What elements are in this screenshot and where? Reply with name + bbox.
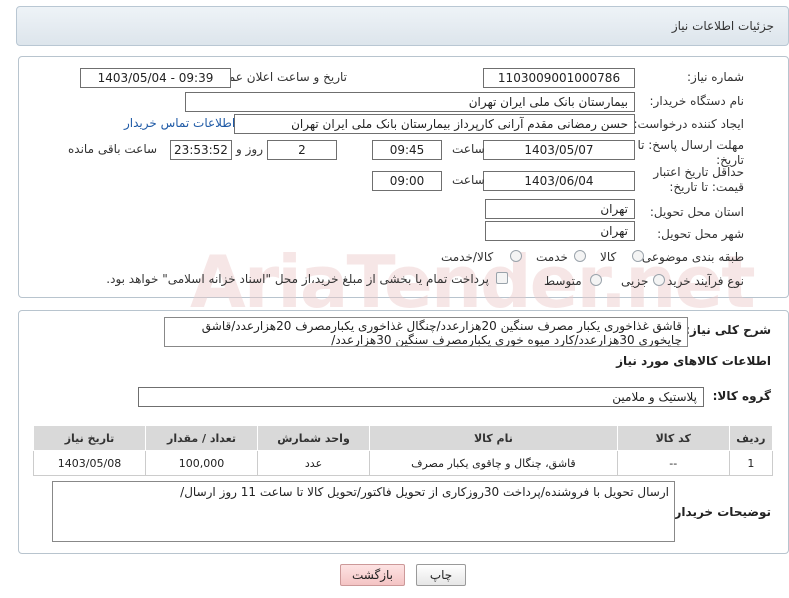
process-medium-label: متوسط xyxy=(544,274,582,288)
contact-info-link[interactable]: اطلاعات تماس خریدار xyxy=(124,116,235,130)
creator-field[interactable]: حسن رمضانی مقدم آرانی کارپرداز بیمارستان… xyxy=(234,114,635,134)
category-both-radio[interactable] xyxy=(510,250,522,262)
days-field[interactable]: 2 xyxy=(267,140,337,160)
deadline-date-field[interactable]: 1403/05/07 xyxy=(483,140,635,160)
cell-row-number: 1 xyxy=(728,450,774,476)
description-label: شرح کلی نیاز: xyxy=(685,323,771,337)
cell-item-code: -- xyxy=(616,450,730,476)
process-minor-radio[interactable] xyxy=(653,274,665,286)
remaining-time-field[interactable]: 23:53:52 xyxy=(170,140,232,160)
col-header-need-date: تاریخ نیاز xyxy=(32,425,147,451)
buyer-notes-textarea[interactable]: ارسال تحویل با فروشنده/پرداخت 30روزکاری … xyxy=(52,481,675,542)
process-label: نوع فرآیند خرید : xyxy=(659,274,744,288)
goods-group-field[interactable]: پلاستیک و ملامین xyxy=(138,387,704,407)
goods-group-label: گروه کالا: xyxy=(712,389,771,403)
deadline-time-label: ساعت xyxy=(452,142,485,156)
table-row[interactable]: 1 -- قاشق، چنگال و چاقوی یکبار مصرف عدد … xyxy=(32,450,774,476)
back-button[interactable]: بازگشت xyxy=(340,564,405,586)
deadline-time-field[interactable]: 09:45 xyxy=(372,140,442,160)
need-number-label: شماره نیاز: xyxy=(687,70,744,84)
col-header-item-name: نام کالا xyxy=(369,425,618,451)
announce-field[interactable]: 1403/05/04 - 09:39 xyxy=(80,68,231,88)
treasury-payment-checkbox[interactable] xyxy=(496,272,508,284)
buyer-org-label: نام دستگاه خریدار: xyxy=(649,94,745,108)
goods-info-title: اطلاعات کالاهای مورد نیاز xyxy=(616,354,771,368)
category-service-label: خدمت xyxy=(536,250,568,264)
process-minor-label: جزیی xyxy=(621,274,649,288)
city-field[interactable]: تهران xyxy=(485,221,635,241)
process-medium-radio[interactable] xyxy=(590,274,602,286)
category-both-label: کالا/خدمت xyxy=(441,250,494,264)
validity-label: حداقل تاریخ اعتبار قیمت: تا تاریخ: xyxy=(653,165,744,194)
category-goods-radio[interactable] xyxy=(632,250,644,262)
col-header-quantity: تعداد / مقدار xyxy=(145,425,259,451)
cell-unit: عدد xyxy=(257,450,371,476)
print-button[interactable]: چاپ xyxy=(416,564,466,586)
col-header-row-number: ردیف xyxy=(728,425,774,451)
category-goods-label: کالا xyxy=(600,250,617,264)
items-table-wrapper: ردیف کد کالا نام کالا واحد شمارش تعداد /… xyxy=(32,425,774,476)
validity-date-field[interactable]: 1403/06/04 xyxy=(483,171,635,191)
province-field[interactable]: تهران xyxy=(485,199,635,219)
city-label: شهر محل تحویل: xyxy=(657,227,744,241)
col-header-unit: واحد شمارش xyxy=(257,425,371,451)
province-label: استان محل تحویل: xyxy=(649,205,744,219)
need-number-field[interactable]: 1103009001000786 xyxy=(483,68,635,88)
validity-time-label: ساعت xyxy=(452,173,485,187)
category-label: طبقه بندی موضوعی: xyxy=(637,250,744,264)
description-textarea[interactable]: قاشق غذاخوری یکبار مصرف سنگین 20هزارعدد/… xyxy=(164,317,688,347)
remaining-label: ساعت باقی مانده xyxy=(68,142,158,156)
page-header: جزئیات اطلاعات نیاز xyxy=(16,6,789,46)
deadline-label: مهلت ارسال پاسخ: تا تاریخ: xyxy=(637,138,744,167)
buyer-notes-label: توضیحات خریدار: xyxy=(669,505,771,519)
buyer-org-field[interactable]: بیمارستان بانک ملی ایران تهران xyxy=(185,92,635,112)
cell-quantity: 100,000 xyxy=(145,450,259,476)
cell-item-name: قاشق، چنگال و چاقوی یکبار مصرف xyxy=(369,450,618,476)
items-table: ردیف کد کالا نام کالا واحد شمارش تعداد /… xyxy=(32,425,774,476)
treasury-payment-note: پرداخت تمام یا بخشی از مبلغ خرید،از محل … xyxy=(106,272,489,286)
cell-need-date: 1403/05/08 xyxy=(32,450,147,476)
validity-time-field[interactable]: 09:00 xyxy=(372,171,442,191)
page-title: جزئیات اطلاعات نیاز xyxy=(671,19,774,33)
creator-label: ایجاد کننده درخواست: xyxy=(633,117,744,131)
category-service-radio[interactable] xyxy=(574,250,586,262)
items-table-header-row: ردیف کد کالا نام کالا واحد شمارش تعداد /… xyxy=(32,425,774,451)
days-label: روز و xyxy=(236,142,263,156)
col-header-item-code: کد کالا xyxy=(616,425,730,451)
